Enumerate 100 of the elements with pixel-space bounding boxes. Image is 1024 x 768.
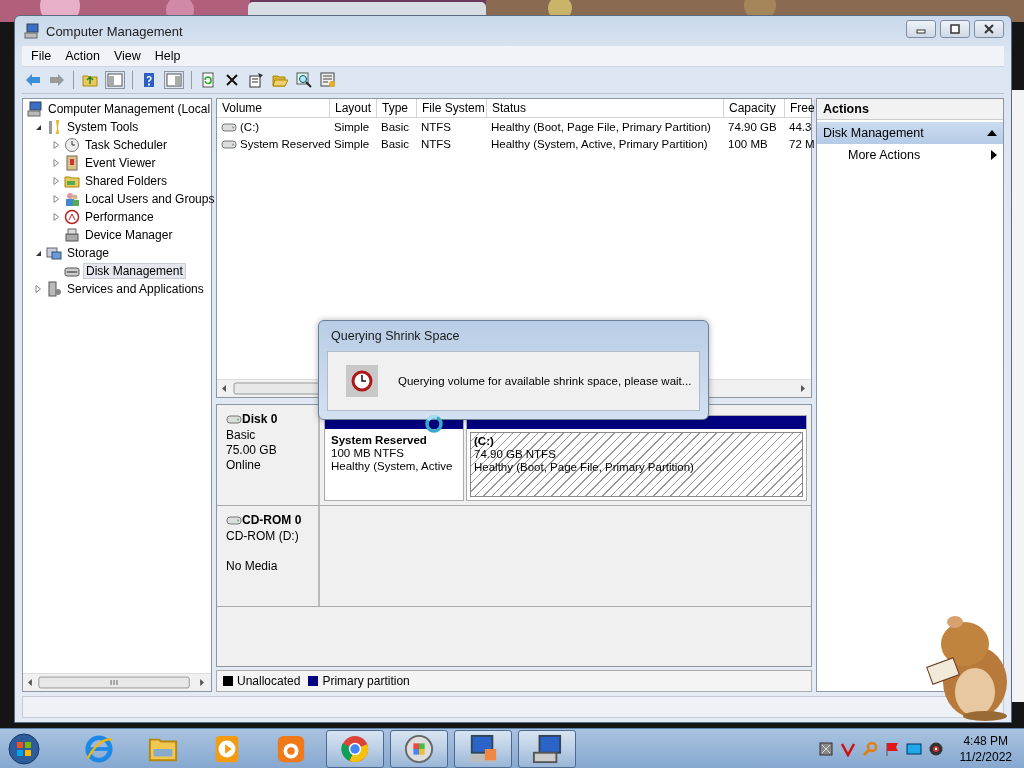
table-cell: 72 M	[789, 137, 815, 150]
taskbar-button[interactable]	[390, 729, 448, 768]
busy-cursor-icon	[424, 414, 444, 434]
table-cell: Healthy (System, Active, Primary Partition)	[491, 137, 708, 150]
computer-screen-icon	[468, 733, 498, 764]
table-cell: 44.3	[789, 120, 812, 133]
column-header[interactable]: Status	[487, 99, 724, 117]
horizontal-scrollbar[interactable]	[23, 673, 211, 691]
table-cell: System Reserved	[240, 137, 330, 150]
tree-item[interactable]: Shared Folders	[83, 173, 170, 189]
open-folder-icon	[272, 72, 288, 88]
disk-info: No Media	[226, 559, 279, 573]
partition-name: (C:)	[474, 435, 494, 447]
refresh-button[interactable]	[199, 71, 217, 89]
storage-icon	[46, 245, 62, 261]
column-header[interactable]: Free	[785, 99, 815, 117]
settings-grid-button[interactable]	[319, 71, 337, 89]
magnifier-button[interactable]	[295, 71, 313, 89]
refresh-icon	[200, 72, 216, 88]
tree-item[interactable]: Storage	[65, 245, 112, 261]
menu-item[interactable]: Action	[58, 49, 107, 63]
taskbar-button[interactable]	[326, 729, 384, 768]
column-header[interactable]: Volume	[217, 99, 330, 117]
computer-icon	[27, 101, 43, 117]
partition-status: Healthy (System, Active	[331, 460, 453, 472]
partition-size: 100 MB NTFS	[331, 447, 404, 459]
flag-icon[interactable]	[883, 740, 900, 757]
partition-block[interactable]: (C:) 74.90 GB NTFS Healthy (Boot, Page File, Primary Partition)	[466, 415, 807, 501]
tree-item[interactable]: Computer Management (Local	[46, 101, 213, 117]
tree-item[interactable]: Performance	[83, 209, 156, 225]
table-cell: Simple	[334, 120, 370, 133]
tree-item[interactable]: Disk Management	[83, 263, 186, 279]
folder-up-icon	[82, 72, 98, 88]
column-header[interactable]: Type	[377, 99, 417, 117]
chrome-icon	[340, 733, 370, 764]
tree-item[interactable]: Task Scheduler	[83, 137, 170, 153]
minimize-button[interactable]	[906, 20, 936, 38]
table-cell: 74.90 GB	[728, 120, 777, 133]
legend-label: Primary partition	[322, 674, 410, 688]
disk-info: Basic	[226, 428, 257, 442]
actions-section[interactable]: Disk Management	[817, 122, 1003, 144]
forward-arrow-icon	[49, 72, 65, 88]
table-cell: (C:)	[240, 120, 260, 133]
monitor-icon[interactable]	[905, 740, 922, 757]
browser-e-icon	[84, 733, 114, 764]
table-cell: NTFS	[421, 120, 452, 133]
dialog-title: Querying Shrink Space	[331, 329, 460, 343]
maximize-button[interactable]	[940, 20, 970, 38]
help-icon	[141, 72, 157, 88]
properties-button[interactable]	[247, 71, 265, 89]
settings-grid-icon	[320, 72, 336, 88]
disk-name: CD-ROM 0	[242, 513, 302, 527]
disk-name: Disk 0	[242, 412, 278, 426]
properties-icon	[248, 72, 264, 88]
partition-status: Healthy (Boot, Page File, Primary Partition)	[474, 461, 694, 473]
disk-info: 75.00 GB	[226, 443, 278, 457]
column-header[interactable]: Capacity	[724, 99, 785, 117]
tree-item[interactable]: Event Viewer	[83, 155, 158, 171]
back-arrow-icon	[25, 72, 41, 88]
legend-label: Unallocated	[237, 674, 301, 688]
tree-item[interactable]: Device Manager	[83, 227, 175, 243]
speaker-icon[interactable]	[927, 740, 944, 757]
users-icon	[64, 191, 80, 207]
tree-pane-button[interactable]	[105, 71, 125, 89]
table-cell: Healthy (Boot, Page File, Primary Partition)	[491, 120, 711, 133]
close-button[interactable]	[974, 20, 1004, 38]
table-cell: Basic	[381, 120, 410, 133]
tools-icon	[46, 119, 62, 135]
collapse-arrow-icon[interactable]	[987, 129, 997, 137]
forward-arrow-button[interactable]	[48, 71, 66, 89]
delete-icon	[224, 72, 240, 88]
start-button[interactable]	[8, 732, 40, 765]
taskbar-button[interactable]	[454, 729, 512, 768]
table-cell: NTFS	[421, 137, 452, 150]
action-pane-icon	[166, 72, 182, 88]
clock-icon	[346, 365, 378, 397]
column-header[interactable]: Layout	[330, 99, 377, 117]
menu-item[interactable]: View	[106, 49, 148, 63]
clock-icon	[64, 137, 80, 153]
tree-item[interactable]: System Tools	[65, 119, 141, 135]
tree-item[interactable]: Services and Applications	[65, 281, 206, 297]
action-item[interactable]: More Actions	[817, 144, 1003, 166]
maximize-icon	[950, 24, 960, 34]
tree-item[interactable]: Local Users and Groups	[83, 191, 217, 207]
table-cell: Basic	[381, 137, 410, 150]
squirrel-app-icon	[276, 733, 306, 764]
taskbar-button[interactable]	[518, 729, 576, 768]
windows-orb-icon	[404, 733, 434, 764]
tray-app-icon[interactable]	[817, 740, 834, 757]
clock[interactable]: 4:48 PM 11/2/2022	[949, 732, 1020, 765]
menu-item[interactable]: File	[24, 49, 59, 63]
window-title: Computer Management	[46, 23, 183, 39]
menu-item[interactable]: Help	[147, 49, 188, 63]
services-icon	[46, 281, 62, 297]
device-icon	[64, 227, 80, 243]
tree-pane-icon	[107, 72, 123, 88]
column-header[interactable]: File System	[417, 99, 487, 117]
close-icon	[983, 24, 995, 34]
disk-info: CD-ROM (D:)	[226, 529, 300, 543]
action-pane-button[interactable]	[164, 71, 184, 89]
